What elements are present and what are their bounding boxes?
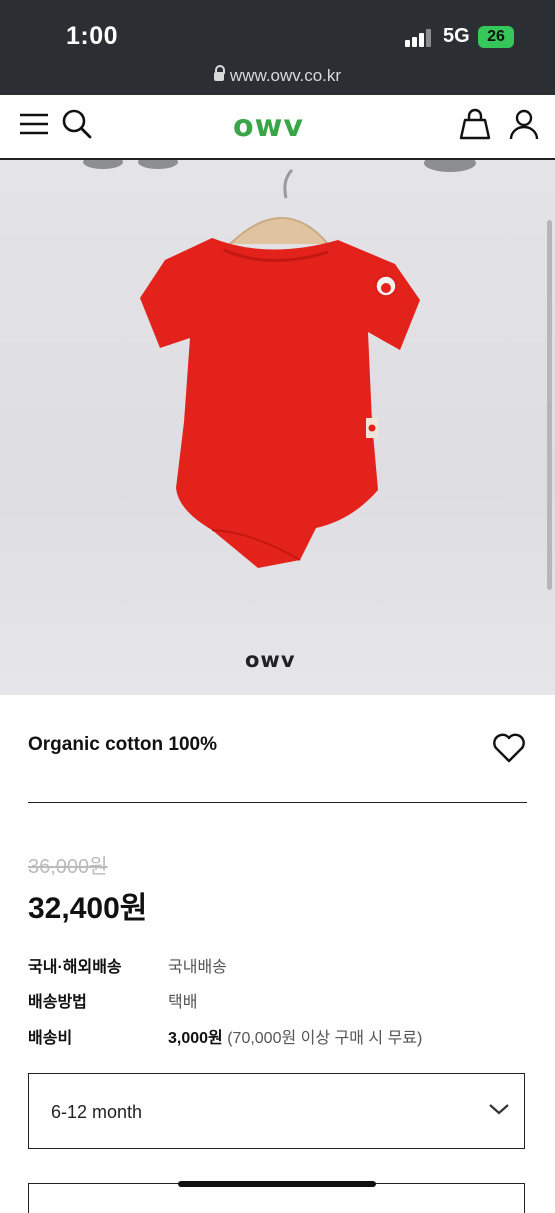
info-label: 배송방법 [28,994,87,1011]
battery-level: 26 [487,28,505,45]
status-bar: 1:00 5G 26 www.owv.co.kr [0,0,555,95]
lock-icon [213,65,225,81]
info-value: 택배 [168,994,198,1011]
chevron-down-icon [489,1104,509,1115]
info-label: 배송비 [28,1030,73,1047]
info-value: 국내배송 [168,959,227,976]
site-logo[interactable]: owv [233,109,304,144]
bag-icon[interactable] [458,107,492,141]
user-icon[interactable] [507,107,541,141]
bodysuit-illustration [83,160,476,568]
shipping-fee-amount: 3,000원 [168,1030,223,1047]
url-text: www.owv.co.kr [229,66,342,85]
info-value: 3,000원 (70,000원 이상 구매 시 무료) [168,1024,422,1048]
menu-icon[interactable] [17,107,51,141]
info-label: 국내·해외배송 [28,959,122,976]
product-title: Organic cotton 100% [28,734,217,755]
sale-price: 32,400원 [28,892,148,925]
image-watermark-logo: owv [245,648,296,672]
option-select-secondary[interactable] [28,1183,525,1213]
network-type: 5G [443,25,470,47]
signal-icon [405,29,435,47]
original-price: 36,000원 [28,856,108,878]
heart-icon[interactable] [492,732,526,764]
option-selected-value: 6-12 month [51,1102,143,1122]
product-image[interactable]: owv [0,160,555,695]
divider [28,802,527,803]
home-indicator [178,1181,376,1187]
battery-icon: 26 [478,26,514,48]
address-bar[interactable]: www.owv.co.kr [0,65,555,86]
site-header: owv [0,95,555,160]
shipping-fee-note: (70,000원 이상 구매 시 무료) [222,1030,423,1047]
search-icon[interactable] [60,107,94,141]
image-scrollbar[interactable] [547,220,552,590]
option-select[interactable]: 6-12 month [28,1073,525,1149]
status-time: 1:00 [66,22,119,50]
